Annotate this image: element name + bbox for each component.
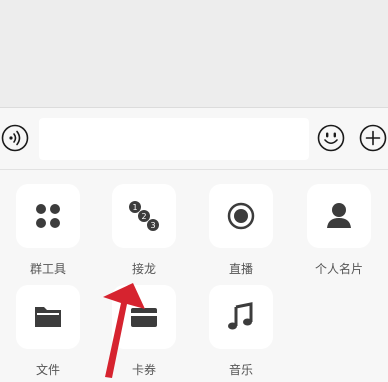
file-button[interactable]: [16, 285, 80, 349]
live-label: 直播: [228, 262, 253, 276]
solitaire-label: 接龙: [131, 262, 156, 276]
emoji-button[interactable]: [317, 124, 345, 152]
more-functions-button[interactable]: [359, 124, 387, 152]
grid-icon: [36, 204, 60, 228]
more-functions-panel: 群工具 1 2 3 接龙 直播 个人名片 文件 卡券 音乐: [0, 169, 388, 382]
contact-card-button[interactable]: [307, 184, 371, 248]
voice-icon: [1, 124, 29, 152]
card-icon: [131, 308, 157, 327]
group-tools-label: 群工具: [29, 262, 66, 276]
chat-input-bar: [0, 107, 388, 170]
coupon-label: 卡券: [131, 363, 156, 377]
svg-text:1: 1: [132, 203, 137, 212]
music-button[interactable]: [209, 285, 273, 349]
chat-history-area: [0, 0, 388, 107]
music-label: 音乐: [228, 363, 253, 377]
emoji-icon: [317, 124, 345, 152]
solitaire-button[interactable]: 1 2 3: [112, 184, 176, 248]
message-input[interactable]: [39, 118, 309, 160]
contact-card-label: 个人名片: [314, 262, 363, 276]
group-tools-button[interactable]: [16, 184, 80, 248]
folder-icon: [35, 307, 61, 327]
coupon-button[interactable]: [112, 285, 176, 349]
live-button[interactable]: [209, 184, 273, 248]
file-label: 文件: [35, 363, 60, 377]
plus-icon: [359, 124, 387, 152]
svg-text:2: 2: [141, 212, 146, 221]
numbered-circles-icon: 1 2 3: [129, 201, 159, 231]
svg-text:3: 3: [150, 221, 155, 230]
person-icon: [327, 203, 351, 228]
voice-button[interactable]: [1, 124, 29, 152]
music-note-icon: [228, 302, 253, 330]
live-record-icon: [227, 202, 255, 230]
